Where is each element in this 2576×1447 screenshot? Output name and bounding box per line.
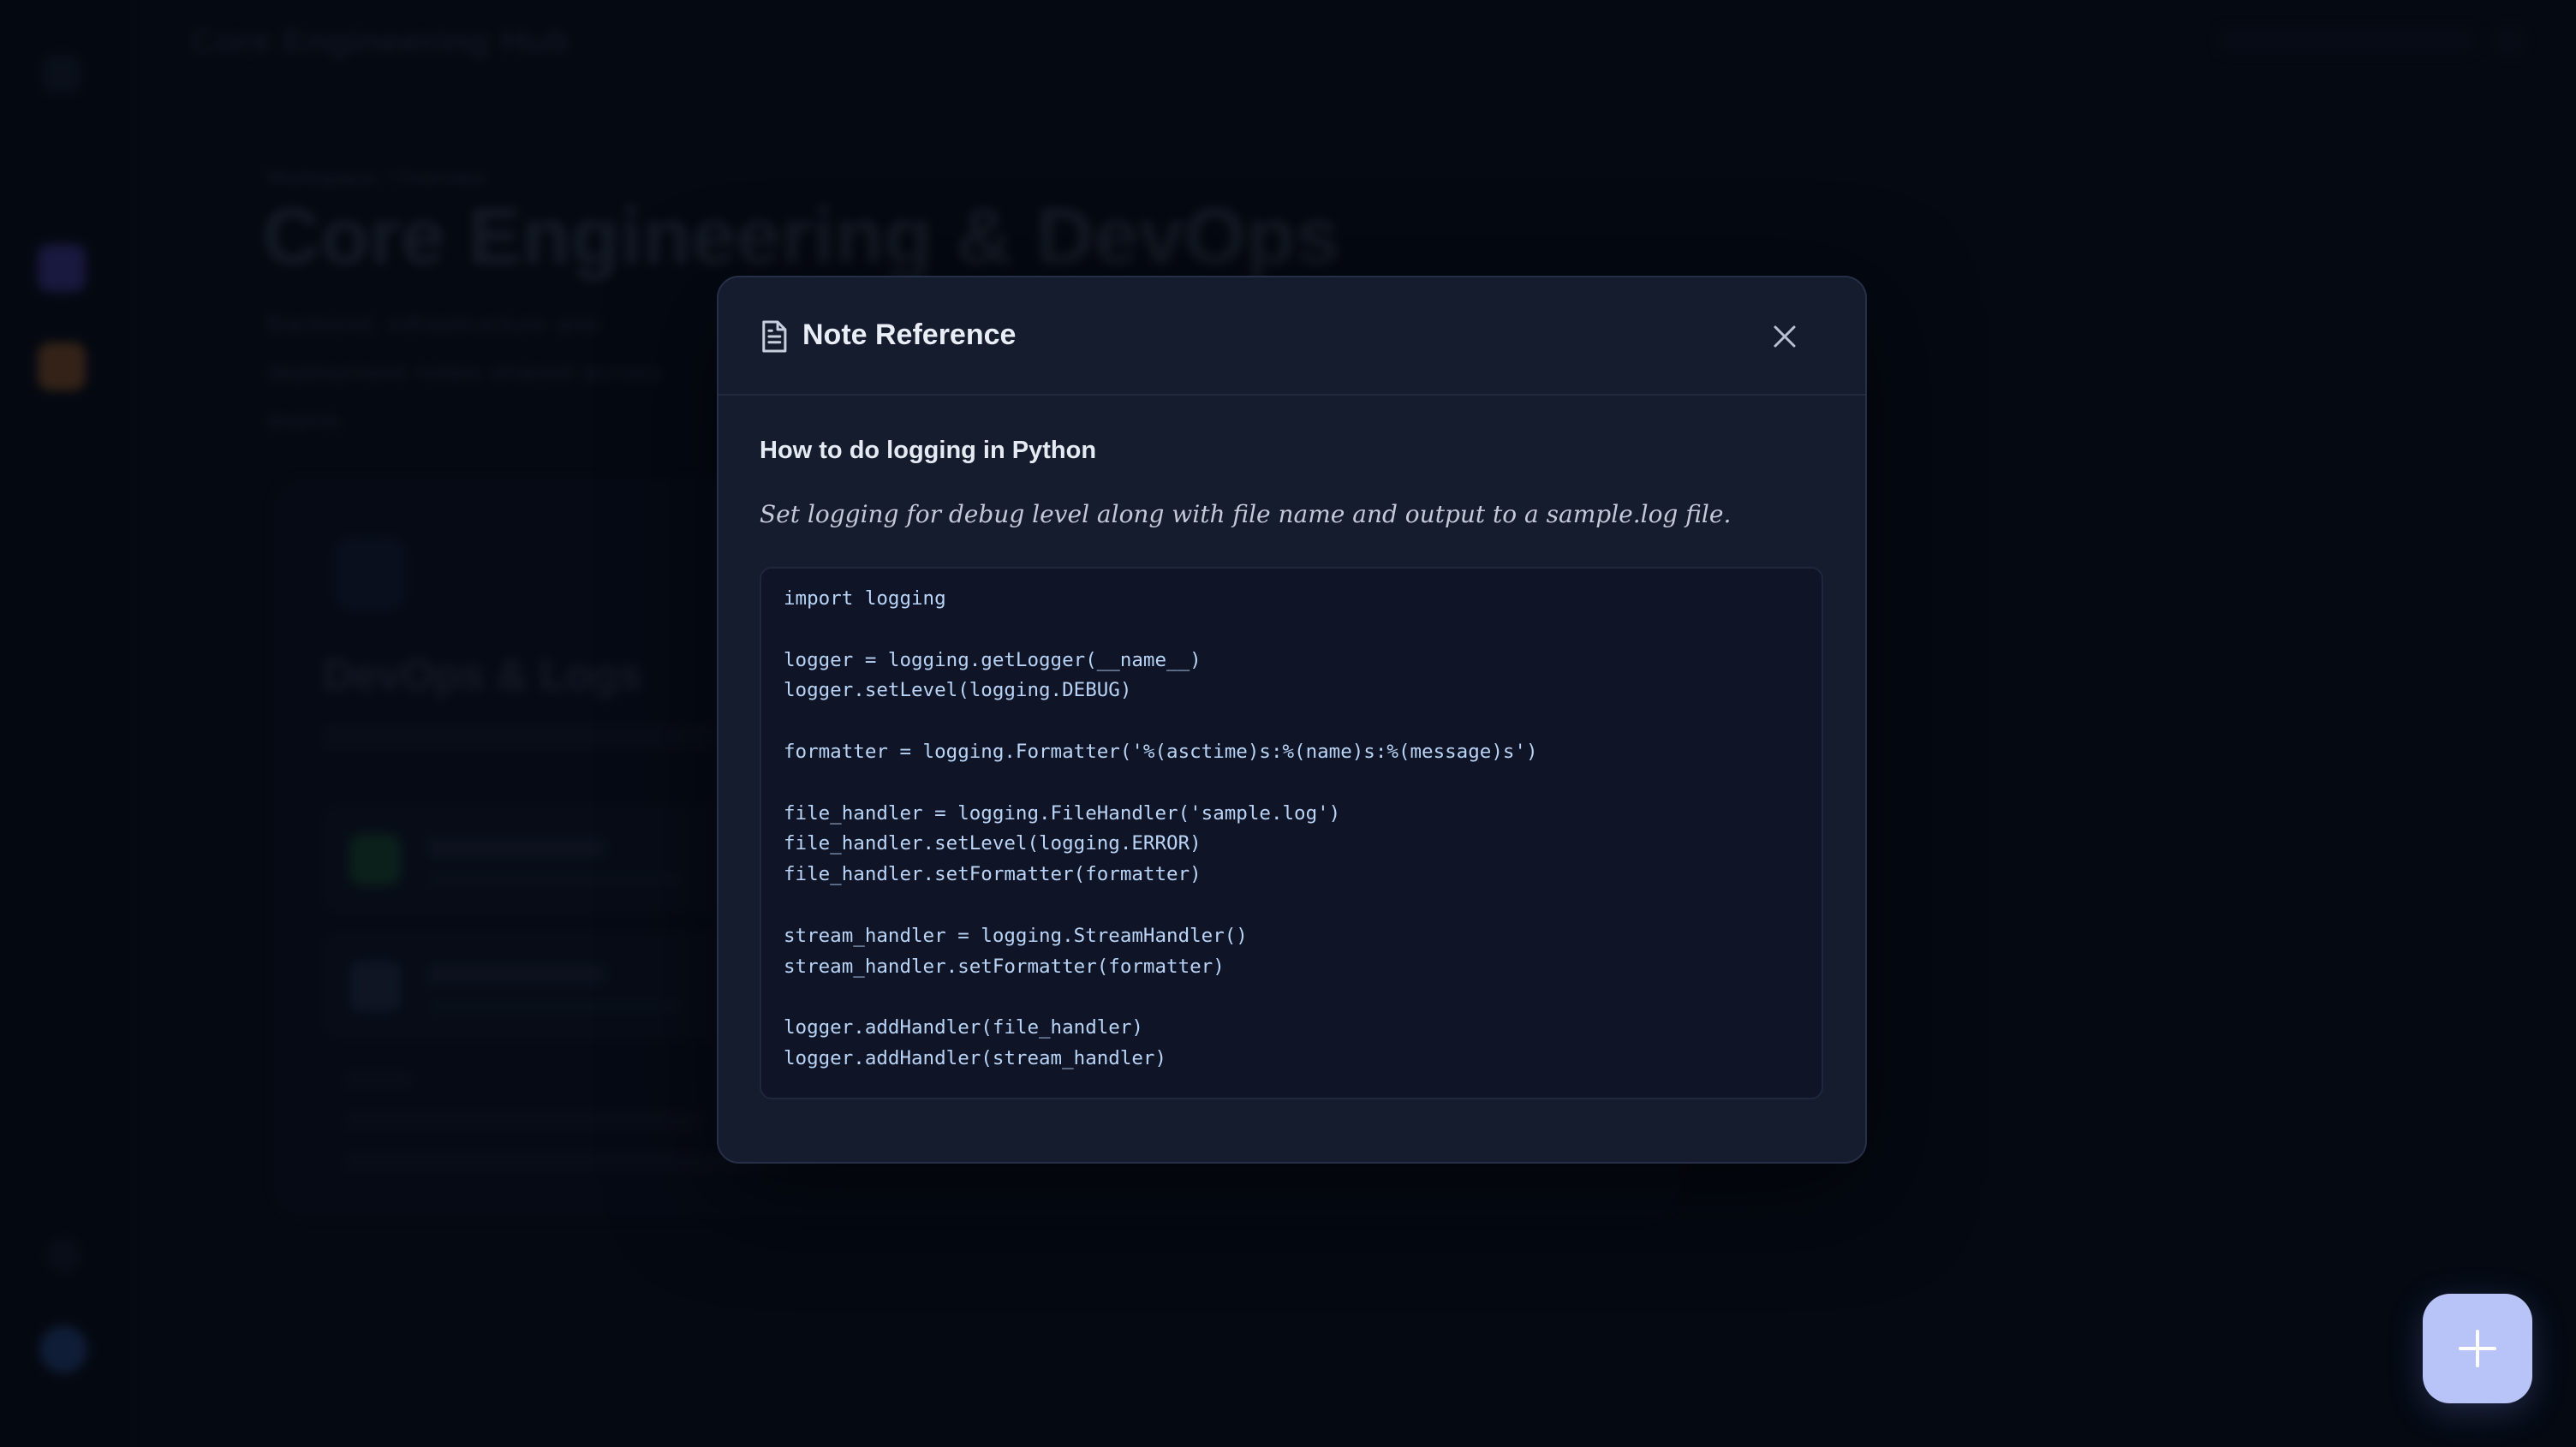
code-block[interactable]: import logging logger = logging.getLogge…	[760, 567, 1823, 1099]
close-button[interactable]	[1763, 315, 1806, 358]
document-icon	[762, 320, 787, 353]
note-reference-modal: Note Reference How to do logging in Pyth…	[717, 276, 1867, 1164]
code-content[interactable]: import logging logger = logging.getLogge…	[784, 584, 1799, 1075]
note-description: Set logging for debug level along with f…	[760, 500, 1732, 528]
note-title: How to do logging in Python	[760, 437, 1097, 464]
modal-title: Note Reference	[802, 319, 1017, 351]
add-note-button[interactable]	[2423, 1294, 2532, 1403]
plus-icon	[2459, 1330, 2496, 1367]
modal-header: Note Reference	[719, 277, 1865, 396]
close-icon[interactable]	[1772, 324, 1798, 349]
